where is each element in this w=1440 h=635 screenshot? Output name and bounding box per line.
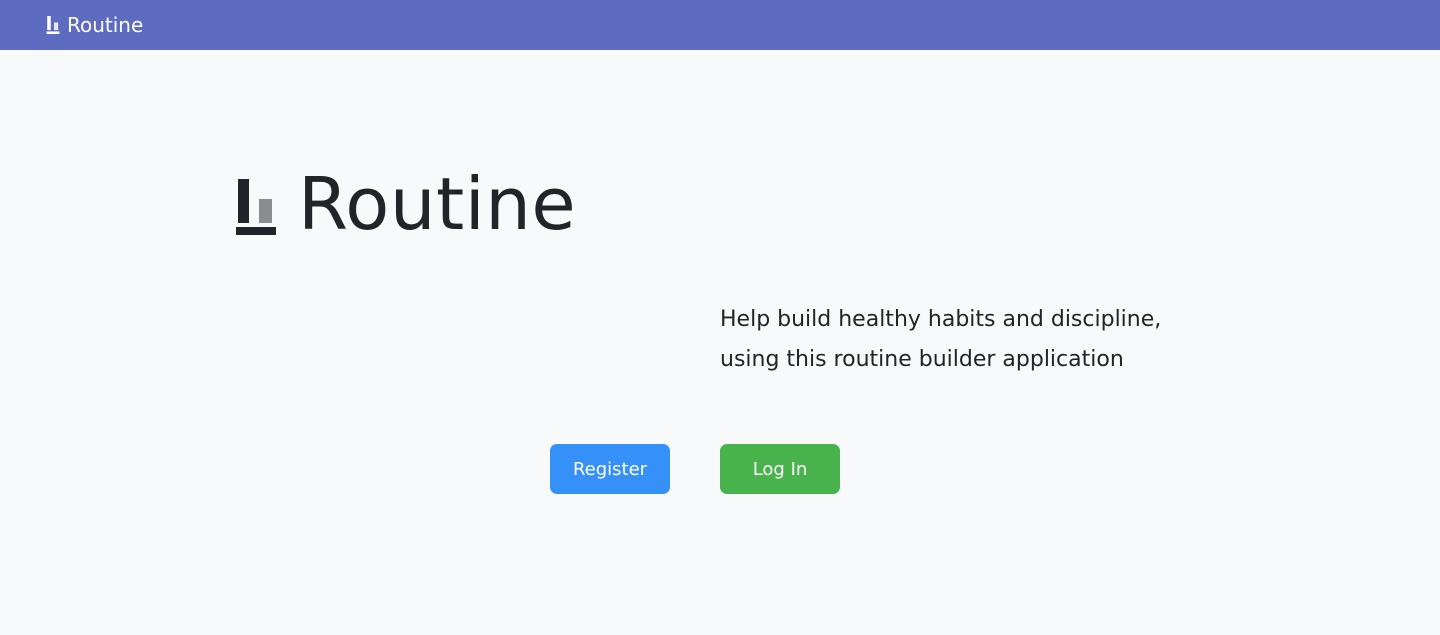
login-button[interactable]: Log In (720, 444, 840, 494)
routine-logo-icon (46, 16, 60, 34)
hero-tagline: Help build healthy habits and discipline… (720, 300, 1240, 380)
top-navbar: Routine (0, 0, 1440, 50)
navbar-brand-link[interactable]: Routine (45, 13, 143, 37)
hero-title: Routine (236, 168, 576, 240)
navbar-brand-label: Routine (67, 13, 144, 37)
hero-title-text: Routine (298, 162, 577, 246)
tagline-line-2: using this routine builder application (720, 347, 1124, 372)
routine-logo-icon (236, 179, 276, 235)
landing-main: Routine Help build healthy habits and di… (0, 50, 1440, 635)
register-button[interactable]: Register (550, 444, 670, 494)
tagline-line-1: Help build healthy habits and discipline… (720, 307, 1162, 332)
